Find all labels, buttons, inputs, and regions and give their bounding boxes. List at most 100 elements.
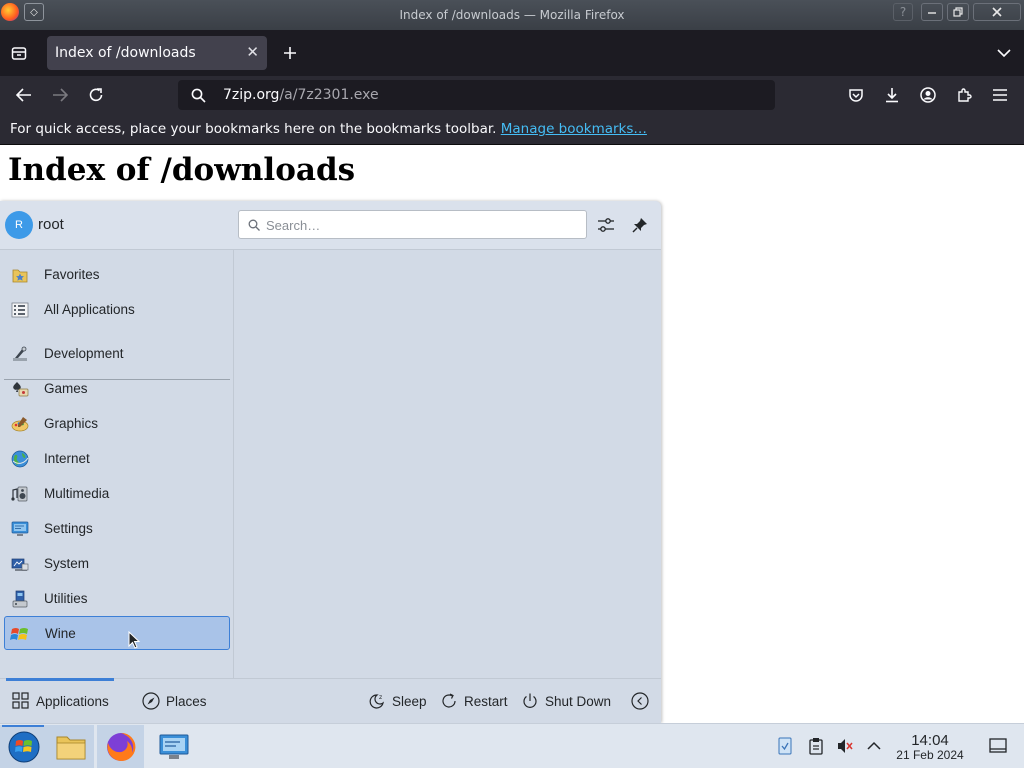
sleep-label: Sleep	[392, 693, 427, 709]
system-settings-icon	[159, 734, 188, 759]
active-indicator	[2, 725, 44, 727]
category-wine[interactable]: Wine	[4, 616, 230, 650]
firefox-view-button[interactable]	[8, 43, 30, 63]
category-development[interactable]: Development	[4, 337, 230, 370]
tab-strip: Index of /downloads ✕	[0, 30, 1024, 76]
navigation-toolbar: 7zip.org/a/7z2301.exe	[0, 76, 1024, 114]
clipboard-tray-button[interactable]	[775, 736, 795, 756]
volume-muted-icon	[838, 739, 853, 753]
launcher-search-box[interactable]	[238, 210, 587, 239]
taskbar: 14:04 21 Feb 2024	[0, 723, 1024, 768]
launcher-footer: Applications Places z Sleep Restart Shut…	[0, 678, 661, 723]
puzzle-icon	[958, 88, 972, 102]
restart-label: Restart	[464, 693, 508, 709]
account-icon	[920, 87, 936, 103]
close-window-button[interactable]	[973, 3, 1021, 21]
games-icon	[13, 382, 29, 397]
app-menu-button[interactable]	[987, 83, 1013, 107]
bookmarks-hint: For quick access, place your bookmarks h…	[10, 121, 647, 137]
wine-icon	[10, 628, 28, 640]
minimize-button[interactable]	[921, 3, 943, 21]
avatar[interactable]: R	[5, 211, 33, 239]
category-utilities[interactable]: Utilities	[4, 582, 230, 615]
category-favorites[interactable]: Favorites	[4, 258, 230, 291]
category-settings[interactable]: Settings	[4, 512, 230, 545]
tab-label: Index of /downloads	[55, 45, 196, 61]
bookmarks-toolbar: For quick access, place your bookmarks h…	[0, 114, 1024, 145]
downloads-button[interactable]	[879, 83, 905, 107]
category-games[interactable]: Games	[4, 372, 230, 405]
url-text: 7zip.org/a/7z2301.exe	[223, 87, 379, 103]
applications-label: Applications	[36, 693, 109, 709]
taskbar-system-settings[interactable]	[150, 725, 197, 768]
restart-button[interactable]: Restart	[440, 692, 508, 710]
category-multimedia[interactable]: Multimedia	[4, 477, 230, 510]
category-all-applications[interactable]: All Applications	[4, 293, 230, 326]
tab-applications[interactable]: Applications	[12, 692, 109, 710]
manage-bookmarks-link[interactable]: Manage bookmarks…	[501, 121, 647, 137]
start-menu-button[interactable]	[0, 725, 47, 768]
leave-options-button[interactable]	[631, 692, 655, 710]
clipboard-icon	[809, 738, 823, 755]
hamburger-menu-icon	[993, 89, 1007, 101]
chevron-up-icon	[867, 741, 881, 750]
search-icon	[191, 88, 206, 103]
firefox-view-icon	[11, 47, 27, 60]
bookmarks-hint-text: For quick access, place your bookmarks h…	[10, 121, 497, 137]
extensions-button[interactable]	[951, 83, 977, 107]
sleep-button[interactable]: z Sleep	[368, 692, 427, 710]
system-icon	[11, 558, 29, 571]
network-tray-icon	[778, 737, 792, 755]
show-hidden-icons-button[interactable]	[864, 736, 884, 756]
restore-icon	[953, 7, 963, 17]
internet-icon	[11, 450, 29, 468]
show-desktop-icon	[989, 738, 1007, 753]
list-all-tabs-button[interactable]	[993, 43, 1015, 63]
clock-time[interactable]: 14:04	[896, 732, 964, 749]
account-button[interactable]	[915, 83, 941, 107]
places-label: Places	[166, 693, 207, 709]
search-input[interactable]	[266, 216, 576, 234]
tab-index-of-downloads[interactable]: Index of /downloads ✕	[47, 36, 267, 70]
launcher-header: R root	[0, 201, 661, 250]
compass-icon	[142, 692, 160, 710]
category-graphics[interactable]: Graphics	[4, 407, 230, 440]
forward-button[interactable]	[47, 83, 73, 107]
klipper-tray-button[interactable]	[806, 736, 826, 756]
category-label: Games	[44, 381, 88, 396]
pocket-button[interactable]	[843, 83, 869, 107]
reload-button[interactable]	[83, 83, 109, 107]
show-desktop-button[interactable]	[988, 736, 1008, 756]
tab-places[interactable]: Places	[142, 692, 207, 710]
configure-button[interactable]	[595, 214, 617, 236]
back-button[interactable]	[11, 83, 37, 107]
window-titlebar[interactable]: ◇ Index of /downloads — Mozilla Firefox …	[0, 0, 1024, 30]
category-label: Utilities	[44, 591, 88, 606]
category-label: Graphics	[44, 416, 99, 431]
restore-button[interactable]	[947, 3, 969, 21]
close-icon	[992, 7, 1002, 17]
sleep-icon: z	[369, 694, 384, 709]
url-bar[interactable]: 7zip.org/a/7z2301.exe	[178, 80, 775, 110]
settings-icon	[11, 521, 29, 536]
chevron-down-icon	[997, 49, 1011, 58]
close-tab-icon[interactable]: ✕	[246, 43, 259, 61]
application-launcher: R root Favorites All Applications Develo…	[0, 201, 661, 723]
help-button[interactable]: ?	[893, 3, 913, 21]
category-system[interactable]: System	[4, 547, 230, 580]
shutdown-button[interactable]: Shut Down	[521, 692, 611, 710]
volume-tray-button[interactable]	[835, 736, 855, 756]
clock-date[interactable]: 21 Feb 2024	[886, 748, 974, 762]
svg-text:z: z	[379, 694, 382, 701]
category-label: Settings	[44, 521, 93, 536]
taskbar-firefox[interactable]	[97, 725, 144, 768]
new-tab-button[interactable]	[279, 42, 301, 64]
taskbar-file-manager[interactable]	[47, 725, 94, 768]
category-internet[interactable]: Internet	[4, 442, 230, 475]
development-icon	[13, 346, 27, 361]
applications-grid-icon	[12, 692, 29, 709]
sliders-icon	[598, 218, 614, 232]
pin-button[interactable]	[629, 214, 651, 236]
multimedia-icon	[11, 486, 28, 502]
plus-icon	[284, 47, 296, 59]
